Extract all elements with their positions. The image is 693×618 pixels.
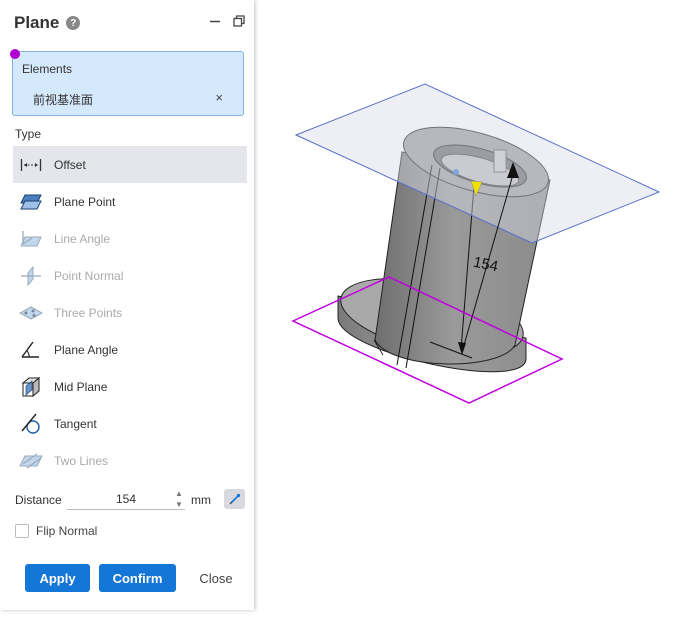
type-item-line-angle[interactable]: Line Angle	[13, 220, 247, 257]
type-item-plane-point[interactable]: Plane Point	[13, 183, 247, 220]
plane-panel: Plane ? Elements 前视基准面 × Type Offset Pla…	[0, 0, 254, 610]
type-item-label: Point Normal	[54, 268, 124, 283]
help-icon[interactable]: ?	[66, 16, 81, 30]
plane-angle-icon	[18, 339, 44, 361]
two-lines-icon	[18, 450, 44, 472]
minimize-icon[interactable]	[208, 14, 222, 28]
distance-input[interactable]	[67, 489, 185, 510]
type-item-point-normal[interactable]: Point Normal	[13, 257, 247, 294]
flip-normal-label: Flip Normal	[36, 524, 98, 538]
type-item-mid-plane[interactable]: Mid Plane	[13, 368, 247, 405]
three-points-icon	[18, 302, 44, 324]
type-label: Type	[15, 127, 42, 141]
distance-unit: mm	[191, 493, 211, 507]
type-item-plane-angle[interactable]: Plane Angle	[13, 331, 247, 368]
panel-header: Plane ?	[14, 12, 81, 34]
flip-normal-checkbox[interactable]	[15, 524, 29, 538]
flip-normal-row[interactable]: Flip Normal	[15, 524, 97, 538]
remove-element-icon[interactable]: ×	[215, 90, 223, 105]
type-item-label: Tangent	[54, 416, 97, 431]
elements-selection-box[interactable]: Elements 前视基准面 ×	[10, 49, 244, 116]
tangent-icon	[18, 413, 44, 435]
point-normal-icon	[18, 265, 44, 287]
apply-button[interactable]: Apply	[25, 564, 90, 592]
pick-icon	[229, 493, 240, 505]
elements-label: Elements	[22, 62, 73, 76]
line-angle-icon	[18, 228, 44, 250]
plane-point-icon	[18, 191, 44, 213]
chevron-down-icon[interactable]: ▼	[175, 500, 183, 509]
type-item-two-lines[interactable]: Two Lines	[13, 442, 247, 479]
pick-distance-button[interactable]	[224, 489, 245, 509]
header-window-buttons	[208, 14, 246, 28]
active-indicator-dot	[10, 49, 20, 59]
selected-element[interactable]: 前视基准面	[33, 91, 93, 108]
mid-plane-icon	[18, 376, 44, 398]
type-item-offset[interactable]: Offset	[13, 146, 247, 183]
type-item-label: Two Lines	[54, 453, 109, 468]
restore-window-icon[interactable]	[232, 14, 246, 28]
type-list: Offset Plane Point Line Angle Point Norm…	[13, 146, 247, 479]
close-button[interactable]: Close	[188, 564, 244, 592]
type-item-label: Plane Angle	[54, 342, 119, 357]
distance-row: Distance ▲ ▼ mm	[15, 489, 247, 511]
type-item-label: Plane Point	[54, 194, 116, 209]
offset-icon	[18, 154, 44, 176]
type-item-tangent[interactable]: Tangent	[13, 405, 247, 442]
type-item-three-points[interactable]: Three Points	[13, 294, 247, 331]
type-item-label: Three Points	[54, 305, 123, 320]
type-item-label: Line Angle	[54, 231, 111, 246]
panel-title: Plane	[14, 13, 60, 32]
type-item-label: Mid Plane	[54, 379, 108, 394]
3d-viewport[interactable]: 154	[256, 0, 693, 613]
confirm-button[interactable]: Confirm	[99, 564, 176, 592]
type-item-label: Offset	[54, 157, 86, 172]
distance-label: Distance	[15, 493, 62, 507]
distance-stepper[interactable]: ▲ ▼	[173, 489, 185, 509]
chevron-up-icon[interactable]: ▲	[175, 489, 183, 498]
